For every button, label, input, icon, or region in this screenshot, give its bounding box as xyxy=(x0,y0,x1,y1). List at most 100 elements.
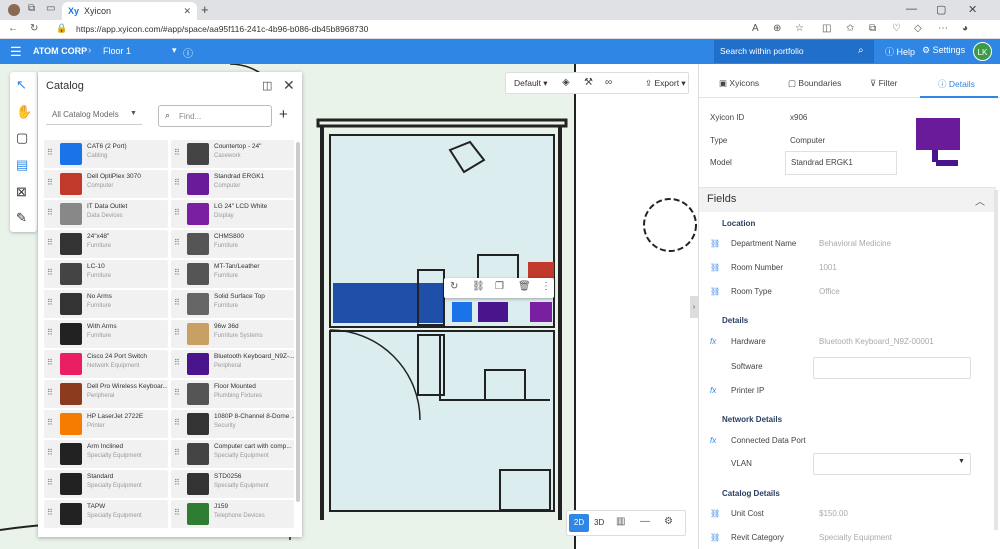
settings-button[interactable]: ⚙ Settings xyxy=(922,45,965,56)
drag-handle-icon[interactable]: ⠿ xyxy=(47,358,53,367)
selected-xyicon-cat6[interactable] xyxy=(452,302,472,322)
drag-handle-icon[interactable]: ⠿ xyxy=(174,268,180,277)
more-icon[interactable]: ⋯ xyxy=(938,23,948,34)
url-field[interactable]: https://app.xyicon.com/#app/space/aa95f1… xyxy=(76,22,740,37)
view-3d-button[interactable]: 3D xyxy=(594,518,604,527)
chevron-up-icon[interactable]: ︿ xyxy=(975,193,985,208)
markup-tool-icon[interactable]: ⊠ xyxy=(16,184,27,200)
add-catalog-item-button[interactable]: + xyxy=(279,106,288,123)
drag-handle-icon[interactable]: ⠿ xyxy=(47,178,53,187)
drag-handle-icon[interactable]: ⠿ xyxy=(47,418,53,427)
tab-actions-icon[interactable]: ▭ xyxy=(46,3,55,14)
catalog-item[interactable]: ⠿ Standrad ERGK1 Computer xyxy=(171,170,294,198)
catalog-item[interactable]: ⠿ IT Data Outlet Data Devices xyxy=(44,200,168,228)
boundary-tool-icon[interactable]: ▢ xyxy=(16,130,28,146)
drag-handle-icon[interactable]: ⠿ xyxy=(174,208,180,217)
drag-handle-icon[interactable]: ⠿ xyxy=(47,508,53,517)
catalog-find-input[interactable]: Find... xyxy=(158,105,272,127)
org-name[interactable]: ATOM CORP xyxy=(33,46,87,56)
catalog-item[interactable]: ⠿ With Arms Furniture xyxy=(44,320,168,348)
collapse-panel-icon[interactable]: › xyxy=(690,296,698,318)
catalog-item[interactable]: ⠿ 96w 36d Furniture Systems xyxy=(171,320,294,348)
profile-avatar[interactable] xyxy=(8,4,20,16)
tab-boundaries[interactable]: ▢ Boundaries xyxy=(788,78,841,89)
drag-handle-icon[interactable]: ⠿ xyxy=(174,148,180,157)
link-icon[interactable]: ⛓ xyxy=(472,281,485,292)
browser-essentials-icon[interactable]: ◇ xyxy=(914,23,922,34)
chevron-down-icon[interactable]: ▾ xyxy=(172,45,177,56)
selected-xyicon-monitor[interactable] xyxy=(530,302,552,322)
search-icon[interactable]: ⌕ xyxy=(858,45,864,56)
catalog-item[interactable]: ⠿ CAT6 (2 Port) Cabling xyxy=(44,140,168,168)
catalog-item[interactable]: ⠿ 24"x48" Furniture xyxy=(44,230,168,258)
read-aloud-icon[interactable]: A xyxy=(752,23,759,34)
catalog-item[interactable]: ⠿ Arm Inclined Specialty Equipment xyxy=(44,440,168,468)
rotate-icon[interactable]: ↻ xyxy=(450,281,458,292)
drag-handle-icon[interactable]: ⠿ xyxy=(47,268,53,277)
map-icon[interactable]: ▥ xyxy=(616,516,625,527)
model-value[interactable]: Standrad ERGK1 xyxy=(785,151,897,175)
zoom-fit-icon[interactable]: — xyxy=(640,516,650,527)
chevron-down-icon[interactable]: ▼ xyxy=(130,110,137,117)
fields-header[interactable] xyxy=(699,187,996,212)
info-icon[interactable]: ⓘ xyxy=(183,45,193,60)
drag-handle-icon[interactable]: ⠿ xyxy=(47,448,53,457)
minimize-icon[interactable]: — xyxy=(906,3,917,15)
measure-icon[interactable]: ⚒ xyxy=(584,77,593,88)
portfolio-search-input[interactable]: Search within portfolio xyxy=(714,40,874,63)
hand-pan-icon[interactable]: ✋ xyxy=(16,104,32,120)
drag-handle-icon[interactable]: ⠿ xyxy=(174,418,180,427)
close-window-icon[interactable]: ✕ xyxy=(968,3,977,16)
catalog-item[interactable]: ⠿ Floor Mounted Plumbing Fixtures xyxy=(171,380,294,408)
catalog-item[interactable]: ⠿ CHMS800 Furniture xyxy=(171,230,294,258)
catalog-item[interactable]: ⠿ Dell Pro Wireless Keyboar... Peripheral xyxy=(44,380,168,408)
help-button[interactable]: ⓘ Help xyxy=(885,45,915,58)
favorite-star-icon[interactable]: ☆ xyxy=(795,23,804,34)
delete-icon[interactable]: 🗑 xyxy=(518,281,531,292)
maximize-icon[interactable]: ▢ xyxy=(936,3,946,16)
translate-icon[interactable]: ⊕ xyxy=(773,23,781,34)
lock-icon[interactable]: 🔒 xyxy=(56,23,67,34)
more-vert-icon[interactable]: ⋮ xyxy=(541,281,551,292)
drag-handle-icon[interactable]: ⠿ xyxy=(47,388,53,397)
chevron-down-icon[interactable]: ▼ xyxy=(958,458,965,465)
split-screen-icon[interactable]: ◫ xyxy=(822,23,831,34)
new-tab-icon[interactable]: + xyxy=(201,2,209,17)
scrollbar[interactable] xyxy=(994,190,998,530)
software-field[interactable] xyxy=(813,357,971,379)
drag-handle-icon[interactable]: ⠿ xyxy=(174,448,180,457)
drag-handle-icon[interactable]: ⠿ xyxy=(47,328,53,337)
tab-xyicons[interactable]: ▣ Xyicons xyxy=(719,78,759,89)
catalog-item[interactable]: ⠿ MT-Tan/Leather Furniture xyxy=(171,260,294,288)
catalog-item[interactable]: ⠿ Countertop - 24" Casework xyxy=(171,140,294,168)
vlan-select[interactable] xyxy=(813,453,971,475)
heart-icon[interactable]: ♡ xyxy=(892,23,901,34)
catalog-tool-icon[interactable]: ▤ xyxy=(16,157,28,173)
drag-handle-icon[interactable]: ⠿ xyxy=(174,358,180,367)
drag-handle-icon[interactable]: ⠿ xyxy=(174,508,180,517)
workspaces-icon[interactable]: ⧉ xyxy=(28,3,35,14)
catalog-item[interactable]: ⠿ Standard Specialty Equipment xyxy=(44,470,168,498)
drag-handle-icon[interactable]: ⠿ xyxy=(174,388,180,397)
back-icon[interactable]: ← xyxy=(8,23,18,34)
layers-icon[interactable]: ◈ xyxy=(562,77,570,88)
catalog-item[interactable]: ⠿ TAPW Specialty Equipment xyxy=(44,500,168,528)
catalog-item[interactable]: ⠿ LG 24" LCD White Display xyxy=(171,200,294,228)
favorites-icon[interactable]: ✩ xyxy=(846,23,854,34)
catalog-item[interactable]: ⠿ Cisco 24 Port Switch Network Equipment xyxy=(44,350,168,378)
catalog-item[interactable]: ⠿ 1080P 8-Channel 8-Dome ... Security xyxy=(171,410,294,438)
pointer-icon[interactable]: ↖ xyxy=(16,77,27,93)
catalog-item[interactable]: ⠿ HP LaserJet 2722E Printer xyxy=(44,410,168,438)
export-button[interactable]: ⇪ Export ▾ xyxy=(645,78,686,89)
drag-handle-icon[interactable]: ⠿ xyxy=(174,298,180,307)
drag-handle-icon[interactable]: ⠿ xyxy=(47,478,53,487)
user-avatar[interactable]: LK xyxy=(973,42,992,61)
pencil-icon[interactable]: ✎ xyxy=(16,210,27,226)
copilot-icon[interactable]: ◕ xyxy=(962,23,968,34)
close-tab-icon[interactable]: ✕ xyxy=(183,6,191,17)
floor-name[interactable]: Floor 1 xyxy=(103,46,131,56)
link-icon[interactable]: ∞ xyxy=(605,77,612,88)
catalog-item[interactable]: ⠿ J159 Telephone Devices xyxy=(171,500,294,528)
browser-tab[interactable]: Xy Xyicon ✕ xyxy=(62,2,197,20)
drag-handle-icon[interactable]: ⠿ xyxy=(174,178,180,187)
